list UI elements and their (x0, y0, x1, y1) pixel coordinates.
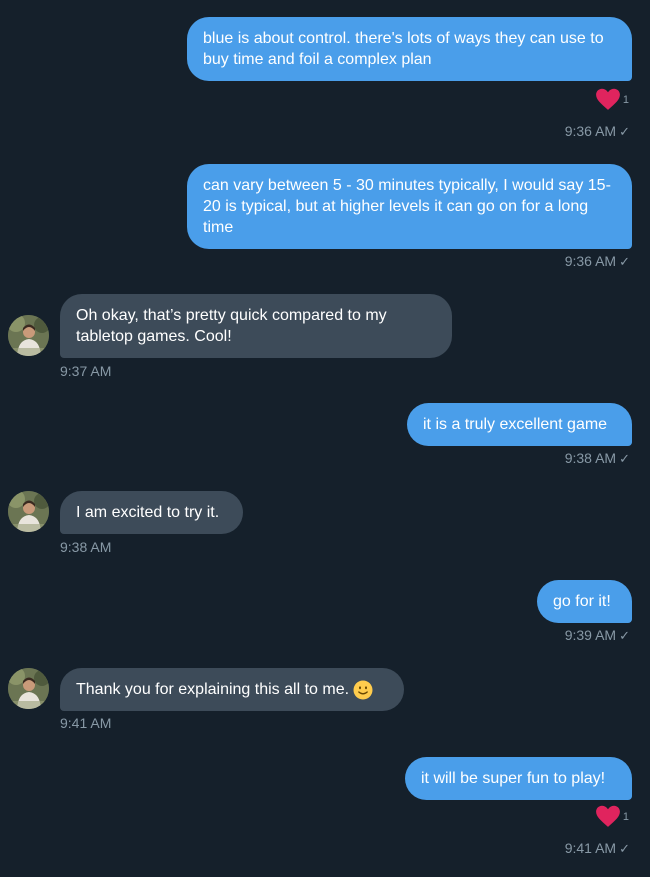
message-bubble-outgoing[interactable]: it is a truly excellent game (407, 403, 632, 446)
message-text: blue is about control. there's lots of w… (203, 30, 604, 68)
message-timestamp: 9:41 AM ✓ (564, 840, 630, 856)
message-text: it is a truly excellent game (423, 416, 608, 433)
avatar[interactable] (8, 491, 49, 532)
message-bubble-incoming[interactable]: Thank you for explaining this all to me. (60, 668, 404, 711)
heart-icon (595, 88, 620, 110)
message-timestamp: 9:38 AM (60, 539, 112, 555)
message-timestamp: 9:38 AM ✓ (564, 450, 630, 466)
avatar[interactable] (8, 668, 49, 709)
reaction-count: 1 (622, 94, 629, 106)
message-bubble-outgoing[interactable]: it will be super fun to play! (405, 757, 632, 800)
message-timestamp: 9:41 AM (60, 715, 112, 731)
message-text: go for it! (553, 593, 611, 610)
message-bubble-outgoing[interactable]: go for it! (537, 580, 632, 623)
sent-check-icon: ✓ (619, 841, 630, 856)
message-text: can vary between 5 - 30 minutes typicall… (203, 177, 611, 236)
sent-check-icon: ✓ (619, 124, 630, 139)
message-bubble-incoming[interactable]: I am excited to try it. (60, 491, 243, 534)
reaction[interactable]: 1 (595, 804, 629, 828)
sent-check-icon: ✓ (619, 254, 630, 269)
reaction-count: 1 (622, 811, 629, 823)
sent-check-icon: ✓ (619, 451, 630, 466)
avatar-photo (8, 668, 49, 709)
message-text: Oh okay, that’s pretty quick compared to… (76, 307, 387, 345)
message-timestamp: 9:39 AM ✓ (564, 627, 630, 643)
message-timestamp: 9:36 AM ✓ (564, 123, 630, 139)
message-text: it will be super fun to play! (421, 770, 606, 787)
message-text: Thank you for explaining this all to me. (76, 681, 350, 698)
message-bubble-incoming[interactable]: Oh okay, that’s pretty quick compared to… (60, 294, 452, 358)
message-timestamp: 9:36 AM ✓ (564, 253, 630, 269)
avatar[interactable] (8, 315, 49, 356)
message-bubble-outgoing[interactable]: can vary between 5 - 30 minutes typicall… (187, 164, 632, 249)
message-text: I am excited to try it. (76, 504, 220, 521)
sent-check-icon: ✓ (619, 628, 630, 643)
message-bubble-outgoing[interactable]: blue is about control. there's lots of w… (187, 17, 632, 81)
heart-icon (595, 805, 620, 827)
message-timestamp: 9:37 AM (60, 363, 112, 379)
avatar-photo (8, 491, 49, 532)
reaction[interactable]: 1 (595, 87, 629, 111)
slightly-smiling-face-icon (353, 680, 373, 700)
avatar-photo (8, 315, 49, 356)
